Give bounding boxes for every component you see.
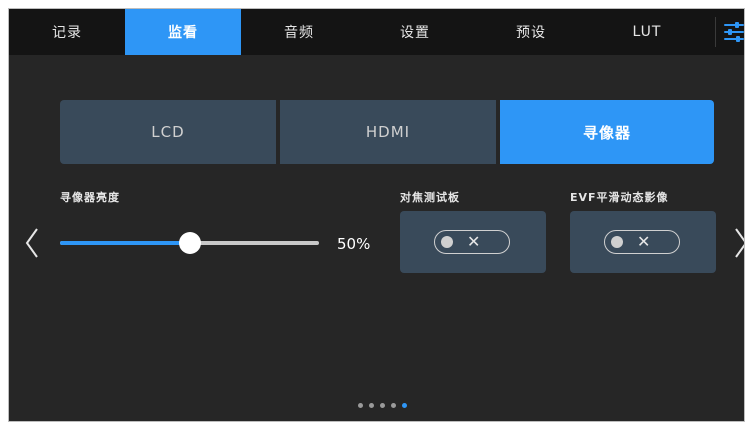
evf-smooth-card: ✕ <box>570 211 716 273</box>
brightness-slider[interactable] <box>60 232 319 254</box>
tab-label: 音频 <box>284 25 314 41</box>
slider-thumb[interactable] <box>178 232 201 254</box>
tab-label: 设置 <box>400 25 430 41</box>
monitor-settings-screen: 记录 监看 音频 设置 预设 LUT LCD HDMI 寻像器 寻像器亮度 50… <box>8 8 745 422</box>
focus-chart-toggle[interactable]: ✕ <box>434 230 510 254</box>
segment-label: LCD <box>151 123 185 141</box>
toggle-knob <box>611 236 623 248</box>
page-dot[interactable] <box>369 403 374 408</box>
toggle-knob <box>441 236 453 248</box>
segment-hdmi[interactable]: HDMI <box>280 100 496 164</box>
chevron-right-icon[interactable] <box>734 227 745 259</box>
x-icon: ✕ <box>637 232 651 251</box>
segment-lcd[interactable]: LCD <box>60 100 276 164</box>
segment-viewfinder[interactable]: 寻像器 <box>500 100 714 164</box>
focus-chart-card: ✕ <box>400 211 546 273</box>
evf-smooth-toggle[interactable]: ✕ <box>604 230 680 254</box>
focus-chart-label: 对焦测试板 <box>400 191 460 204</box>
tab-label: LUT <box>632 24 662 40</box>
page-dot[interactable] <box>391 403 396 408</box>
page-indicator <box>358 403 407 408</box>
tab-audio[interactable]: 音频 <box>241 9 357 55</box>
tab-lut[interactable]: LUT <box>589 9 705 55</box>
tab-label: 监看 <box>168 25 198 41</box>
page-dot[interactable] <box>358 403 363 408</box>
page-dot[interactable] <box>380 403 385 408</box>
sliders-icon[interactable] <box>723 19 745 45</box>
divider <box>715 17 716 47</box>
evf-smooth-label: EVF平滑动态影像 <box>570 191 669 204</box>
chevron-left-icon[interactable] <box>25 227 39 259</box>
tab-monitor[interactable]: 监看 <box>125 9 241 55</box>
brightness-label: 寻像器亮度 <box>60 191 120 204</box>
tab-record[interactable]: 记录 <box>9 9 125 55</box>
tab-bar: 记录 监看 音频 设置 预设 LUT <box>9 9 744 55</box>
page-dot[interactable] <box>402 403 407 408</box>
tab-setup[interactable]: 设置 <box>357 9 473 55</box>
tab-label: 预设 <box>516 25 546 41</box>
brightness-value: 50% <box>337 235 371 253</box>
x-icon: ✕ <box>467 232 481 251</box>
tab-label: 记录 <box>52 25 82 41</box>
segment-label: HDMI <box>365 123 411 141</box>
slider-fill <box>60 241 190 245</box>
tab-presets[interactable]: 预设 <box>473 9 589 55</box>
segment-label: 寻像器 <box>582 123 631 142</box>
